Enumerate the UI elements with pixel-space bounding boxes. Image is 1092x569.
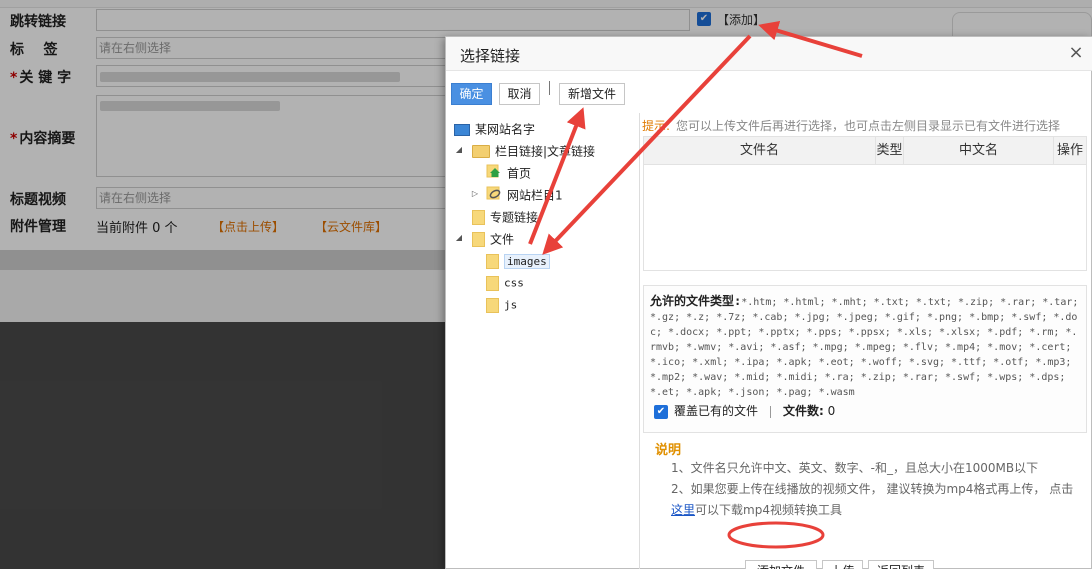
add-file-button[interactable]: 添加文件 xyxy=(745,560,817,569)
back-to-list-button[interactable]: 返回列表 xyxy=(868,560,934,569)
directory-tree: 某网站名字 ◢ 栏目链接|文章链接 首页 ▷ 网站栏目1 专题链接 ◢ 文件 i… xyxy=(446,113,640,569)
overwrite-label: 覆盖已有的文件 xyxy=(674,404,759,418)
tree-item-label: 专题链接 xyxy=(490,210,539,225)
tip-heading: 提示: xyxy=(642,119,671,133)
monitor-icon xyxy=(454,123,470,136)
column-header-actions: 操作 xyxy=(1056,143,1083,158)
file-count-value: 0 xyxy=(827,404,836,418)
tree-item-label: 网站栏目1 xyxy=(507,188,563,203)
instruction-item-1: 1、文件名只允许中文、英文、数字、-和_，且总大小在1000MB以下 xyxy=(671,461,1039,475)
new-file-button[interactable]: 新增文件 xyxy=(559,83,625,105)
tree-item-topic-links[interactable]: 专题链接 xyxy=(472,207,538,227)
upload-options: ✔ 覆盖已有的文件 文件数: 0 xyxy=(654,402,835,422)
options-separator xyxy=(770,405,772,418)
close-icon[interactable]: × xyxy=(1066,43,1086,63)
allowed-types-list: *.htm; *.html; *.mht; *.txt; *.txt; *.zi… xyxy=(650,297,1079,398)
tree-root-label: 某网站名字 xyxy=(475,122,536,137)
cancel-button[interactable]: 取消 xyxy=(499,83,540,105)
dialog-titlebar: 选择链接 × xyxy=(446,37,1092,71)
tip-body: 您可以上传文件后再进行选择，也可点击左侧目录显示已有文件进行选择 xyxy=(676,119,1061,133)
tree-item-label: js xyxy=(504,298,518,312)
link-folder-icon xyxy=(486,186,502,206)
tree-item-label: css xyxy=(504,276,524,290)
instruction-item-2-text: 2、如果您要上传在线播放的视频文件， 建议转换为mp4格式再上传， 点击 xyxy=(671,482,1074,496)
expand-icon[interactable]: ▷ xyxy=(470,189,480,199)
allowed-types-box: 允许的文件类型:*.htm; *.html; *.mht; *.txt; *.t… xyxy=(643,285,1087,433)
file-panel: 提示: 您可以上传文件后再进行选择，也可点击左侧目录显示已有文件进行选择 文件名 … xyxy=(641,113,1092,569)
folder-icon xyxy=(486,254,499,269)
confirm-button[interactable]: 确定 xyxy=(451,83,492,105)
tree-item-site-column[interactable]: 网站栏目1 xyxy=(486,185,563,205)
file-count-label: 文件数: xyxy=(783,404,824,418)
folder-icon xyxy=(472,210,485,225)
select-link-dialog: 选择链接 × 确定 取消 新增文件 某网站名字 ◢ 栏目链接|文章链接 首页 ▷… xyxy=(445,36,1092,569)
instruction-item-2-tail: 可以下载mp4视频转换工具 xyxy=(695,503,842,517)
tree-item-css[interactable]: css xyxy=(486,273,524,293)
tree-item-js[interactable]: js xyxy=(486,295,517,315)
upload-button[interactable]: 上传 xyxy=(822,560,863,569)
tree-item-label: 首页 xyxy=(507,166,532,181)
instructions: 说明 1、文件名只允许中文、英文、数字、-和_，且总大小在1000MB以下 2、… xyxy=(655,439,1085,521)
folder-icon xyxy=(486,276,499,291)
tree-item-column-links[interactable]: 栏目链接|文章链接 xyxy=(472,141,595,161)
download-tool-link[interactable]: 这里 xyxy=(671,503,695,517)
tree-item-files[interactable]: 文件 xyxy=(472,229,514,249)
instruction-item-2: 2、如果您要上传在线播放的视频文件， 建议转换为mp4格式再上传， 点击这里可以… xyxy=(655,479,1085,521)
tree-item-home[interactable]: 首页 xyxy=(486,163,531,183)
column-header-filename: 文件名 xyxy=(644,137,876,165)
column-header-type: 类型 xyxy=(876,137,904,165)
allowed-types-heading: 允许的文件类型: xyxy=(650,294,742,308)
folder-icon xyxy=(472,232,485,247)
instructions-heading: 说明 xyxy=(655,443,682,458)
file-table: 文件名 类型 中文名 操作 xyxy=(643,136,1087,271)
tree-item-label: images xyxy=(504,253,550,269)
file-table-header: 文件名 类型 中文名 操作 xyxy=(644,137,1086,165)
dialog-toolbar: 确定 取消 新增文件 xyxy=(446,71,1092,111)
tree-root[interactable]: 某网站名字 xyxy=(454,119,535,139)
home-icon xyxy=(486,164,502,184)
collapse-icon[interactable]: ◢ xyxy=(454,145,464,155)
tip-text: 提示: 您可以上传文件后再进行选择，也可点击左侧目录显示已有文件进行选择 xyxy=(642,117,1060,134)
folder-open-icon xyxy=(472,145,490,158)
collapse-icon[interactable]: ◢ xyxy=(454,233,464,243)
folder-icon xyxy=(486,298,499,313)
tree-item-images[interactable]: images xyxy=(486,251,550,271)
toolbar-separator xyxy=(549,81,550,95)
overwrite-checkbox[interactable]: ✔ xyxy=(654,404,668,419)
column-header-chinese-name: 中文名 xyxy=(904,137,1054,165)
tree-item-label: 栏目链接|文章链接 xyxy=(495,144,596,159)
allowed-types-text: 允许的文件类型:*.htm; *.html; *.mht; *.txt; *.t… xyxy=(650,294,1080,400)
dialog-title: 选择链接 xyxy=(460,47,521,65)
tree-item-label: 文件 xyxy=(490,232,515,247)
